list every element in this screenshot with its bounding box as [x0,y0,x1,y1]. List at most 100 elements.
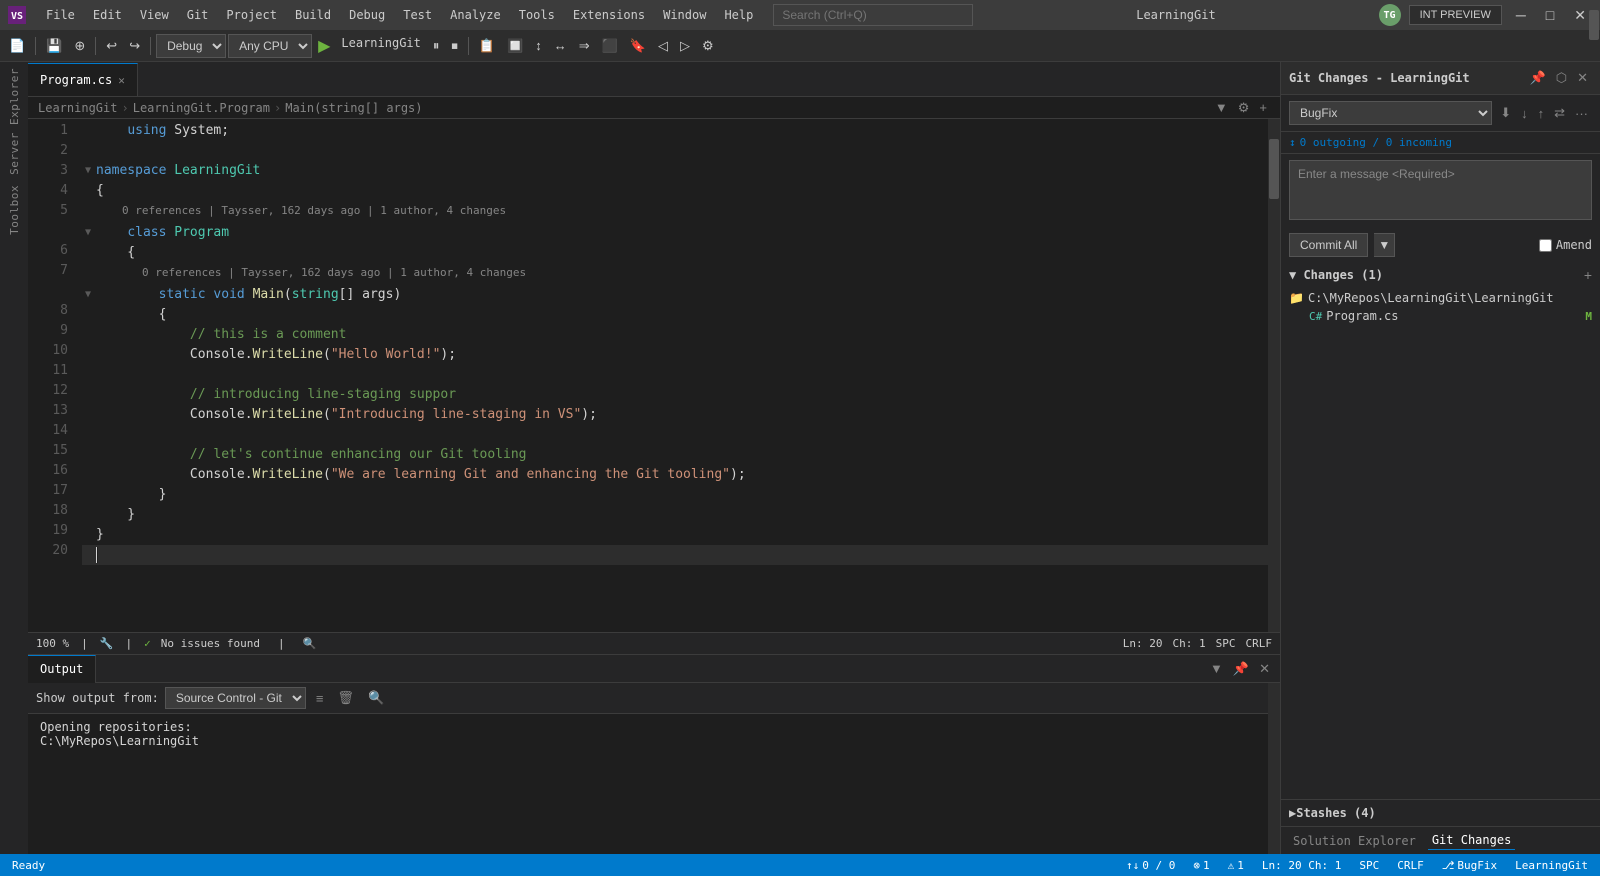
issues-icon: ✓ [144,637,151,650]
int-preview-button[interactable]: INT PREVIEW [1409,5,1502,25]
push-btn[interactable]: ↑ [1534,103,1549,123]
menu-edit[interactable]: Edit [85,6,130,24]
code-content[interactable]: using System; ▼ namespace LearningGit [78,119,1268,632]
menu-help[interactable]: Help [716,6,761,24]
config-dropdown[interactable]: Debug [156,34,226,58]
menu-git[interactable]: Git [179,6,217,24]
status-outgoing[interactable]: ↑↓ 0 / 0 [1122,854,1179,876]
arch-dropdown[interactable]: Any CPU [228,34,312,58]
git-tab-solution[interactable]: Solution Explorer [1289,832,1420,850]
breadcrumb-settings[interactable]: ⚙ [1235,100,1253,116]
file-name: Program.cs [1326,309,1398,323]
toolbar-save[interactable]: 💾 [41,33,67,59]
toolbar-stop[interactable]: ⏹ [446,33,463,59]
search-input[interactable] [773,4,973,26]
add-all-btn[interactable]: + [1584,267,1592,283]
status-warnings[interactable]: ⚠ 1 [1224,854,1248,876]
toolbar-bookmark[interactable]: 🔖 [625,33,651,59]
fetch-btn[interactable]: ⬇ [1496,103,1515,123]
pull-btn[interactable]: ↓ [1517,103,1532,123]
toolbar-misc6[interactable]: ⬛ [597,33,623,59]
toolbar: 📄 💾 ⊕ ↩ ↪ Debug Any CPU ▶ LearningGit ⏸ … [0,30,1600,62]
output-scrollbar[interactable] [1268,683,1280,854]
git-panel-header: Git Changes - LearningGit 📌 ⬡ ✕ [1281,62,1600,95]
outgoing-bar[interactable]: ↕ 0 outgoing / 0 incoming [1281,132,1600,154]
commit-message-input[interactable] [1289,160,1592,220]
toolbar-misc4[interactable]: ↔ [549,33,572,59]
breadcrumb-collapse[interactable]: ▼ [1212,100,1231,116]
amend-label: Amend [1556,238,1592,252]
error-icon: ⊗ [1193,859,1200,872]
breadcrumb-project[interactable]: LearningGit [38,101,117,115]
stashes-section[interactable]: ▶ Stashes (4) [1281,799,1600,826]
diagnostics-btn[interactable]: 🔍 [303,637,317,650]
fold-btn-3[interactable]: ▼ [82,161,94,181]
commit-all-btn[interactable]: Commit All [1289,233,1368,257]
toolbar-nav1[interactable]: ◁ [653,33,673,59]
panel-pin[interactable]: 📌 [1229,659,1253,679]
code-line-18: } [82,505,1268,525]
minimize-button[interactable]: ─ [1510,3,1532,27]
status-errors[interactable]: ⊗ 1 [1189,854,1213,876]
menu-test[interactable]: Test [395,6,440,24]
sync-more-btn[interactable]: ⇄ [1550,103,1569,123]
branch-select[interactable]: BugFix [1289,101,1492,125]
tab-close[interactable]: ✕ [118,74,125,87]
output-clear[interactable]: 🗑 [333,688,358,708]
toolbar-redo[interactable]: ↪ [124,33,145,59]
changes-file[interactable]: C# Program.cs M [1289,307,1592,325]
commit-dropdown-btn[interactable]: ▼ [1374,233,1395,257]
menu-debug[interactable]: Debug [341,6,393,24]
menu-window[interactable]: Window [655,6,714,24]
breadcrumb-add[interactable]: + [1256,100,1270,116]
breadcrumb-method[interactable]: Main(string[] args) [285,101,422,115]
fold-btn-5[interactable]: ▼ [82,223,94,243]
toolbar-misc2[interactable]: 🔲 [502,33,528,59]
line-ending: CRLF [1246,637,1273,650]
sidebar-server-explorer[interactable]: Server Explorer [8,64,21,179]
tab-programcs[interactable]: Program.cs ✕ [28,63,138,96]
zoom-level[interactable]: 100 % [36,637,69,650]
breadcrumb-class[interactable]: LearningGit.Program [133,101,270,115]
editor-scrollbar[interactable] [1268,119,1280,632]
sync-ellipsis[interactable]: ··· [1571,103,1592,123]
sep3: | [278,637,285,650]
output-find[interactable]: 🔍 [364,688,388,708]
menu-tools[interactable]: Tools [511,6,563,24]
fold-btn-7[interactable]: ▼ [82,285,94,305]
menu-analyze[interactable]: Analyze [442,6,509,24]
zoom-btn[interactable]: 🔧 [100,637,114,650]
output-wrap[interactable]: ≡ [312,689,328,708]
outgoing-icon: ↑↓ [1126,859,1139,872]
menu-view[interactable]: View [132,6,177,24]
amend-checkbox[interactable] [1539,239,1552,252]
tab-output[interactable]: Output [28,655,96,683]
run-button[interactable]: ▶ [314,36,334,56]
menu-project[interactable]: Project [218,6,285,24]
maximize-button[interactable]: □ [1540,3,1560,27]
git-popout-btn[interactable]: ⬡ [1552,68,1571,88]
toolbar-misc5[interactable]: ⇒ [574,33,595,59]
panel-close[interactable]: ✕ [1255,659,1274,679]
menu-build[interactable]: Build [287,6,339,24]
toolbar-undo[interactable]: ↩ [101,33,122,59]
panel-collapse[interactable]: ▼ [1206,659,1227,679]
output-source-select[interactable]: Source Control - Git [165,687,306,709]
toolbar-attach[interactable]: ⏸ [428,33,445,59]
toolbar-settings[interactable]: ⚙ [697,33,719,59]
vs-logo: VS [8,6,26,24]
git-close-btn[interactable]: ✕ [1573,68,1592,88]
code-info-method: 0 references | Taysser, 162 days ago | 1… [82,263,1268,283]
toolbar-saveall[interactable]: ⊕ [69,33,90,59]
menu-file[interactable]: File [38,6,83,24]
toolbar-nav2[interactable]: ▷ [675,33,695,59]
git-pin-btn[interactable]: 📌 [1526,68,1550,88]
menu-extensions[interactable]: Extensions [565,6,653,24]
git-tab-changes[interactable]: Git Changes [1428,831,1515,850]
changes-header[interactable]: ▼ Changes (1) + [1281,261,1600,289]
toolbar-new[interactable]: 📄 [4,33,30,59]
status-branch[interactable]: ⎇ BugFix [1438,854,1501,876]
toolbar-misc3[interactable]: ↕ [530,33,547,59]
sidebar-toolbox[interactable]: Toolbox [8,181,21,239]
toolbar-misc1[interactable]: 📋 [474,33,500,59]
